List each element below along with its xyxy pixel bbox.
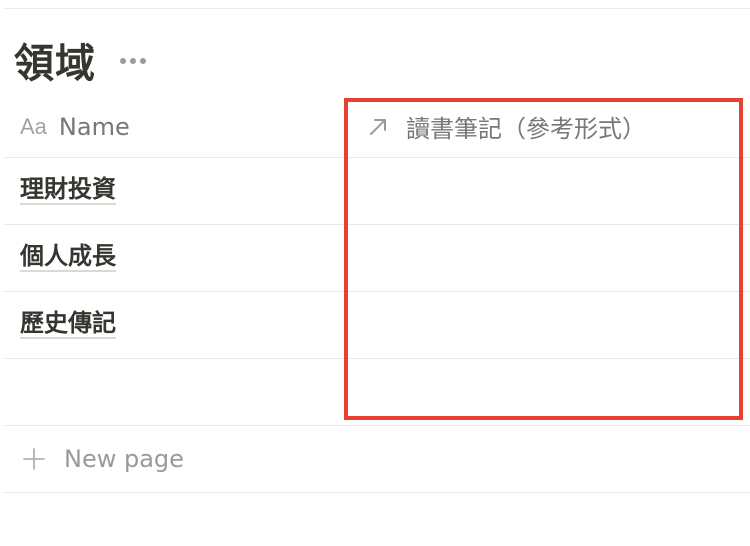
table-header-row: Aa Name 讀書筆記（參考形式） <box>4 96 750 158</box>
database-table: Aa Name 讀書筆記（參考形式） 理財投資 個人成長 歷史傳記 New pa… <box>4 96 750 493</box>
relation-cell[interactable] <box>344 292 750 358</box>
plus-icon <box>23 448 45 470</box>
text-type-icon: Aa <box>20 113 47 139</box>
database-header: 領域 <box>14 30 146 90</box>
name-cell[interactable]: 歷史傳記 <box>4 292 344 358</box>
more-horizontal-icon[interactable] <box>120 58 146 64</box>
relation-cell[interactable] <box>344 225 750 291</box>
name-cell[interactable]: 個人成長 <box>4 225 344 291</box>
table-row[interactable] <box>4 359 750 426</box>
table-row[interactable]: 理財投資 <box>4 158 750 225</box>
name-cell[interactable] <box>4 359 344 425</box>
column-header-label: Name <box>58 112 130 141</box>
relation-cell[interactable] <box>344 158 750 224</box>
table-row[interactable]: 歷史傳記 <box>4 292 750 359</box>
relation-arrow-icon <box>370 118 386 135</box>
page-link[interactable]: 歷史傳記 <box>20 310 116 340</box>
column-header-relation[interactable]: 讀書筆記（參考形式） <box>344 96 750 157</box>
database-title[interactable]: 領域 <box>14 31 96 89</box>
table-row[interactable]: 個人成長 <box>4 225 750 292</box>
page-link[interactable]: 理財投資 <box>20 176 116 206</box>
column-header-name[interactable]: Aa Name <box>4 96 344 157</box>
name-cell[interactable]: 理財投資 <box>4 158 344 224</box>
new-page-label: New page <box>64 445 184 473</box>
column-header-label: 讀書筆記（參考形式） <box>406 115 646 143</box>
top-divider <box>4 8 750 9</box>
page-link[interactable]: 個人成長 <box>20 243 116 273</box>
relation-cell[interactable] <box>344 359 750 425</box>
new-page-button[interactable]: New page <box>4 426 750 493</box>
